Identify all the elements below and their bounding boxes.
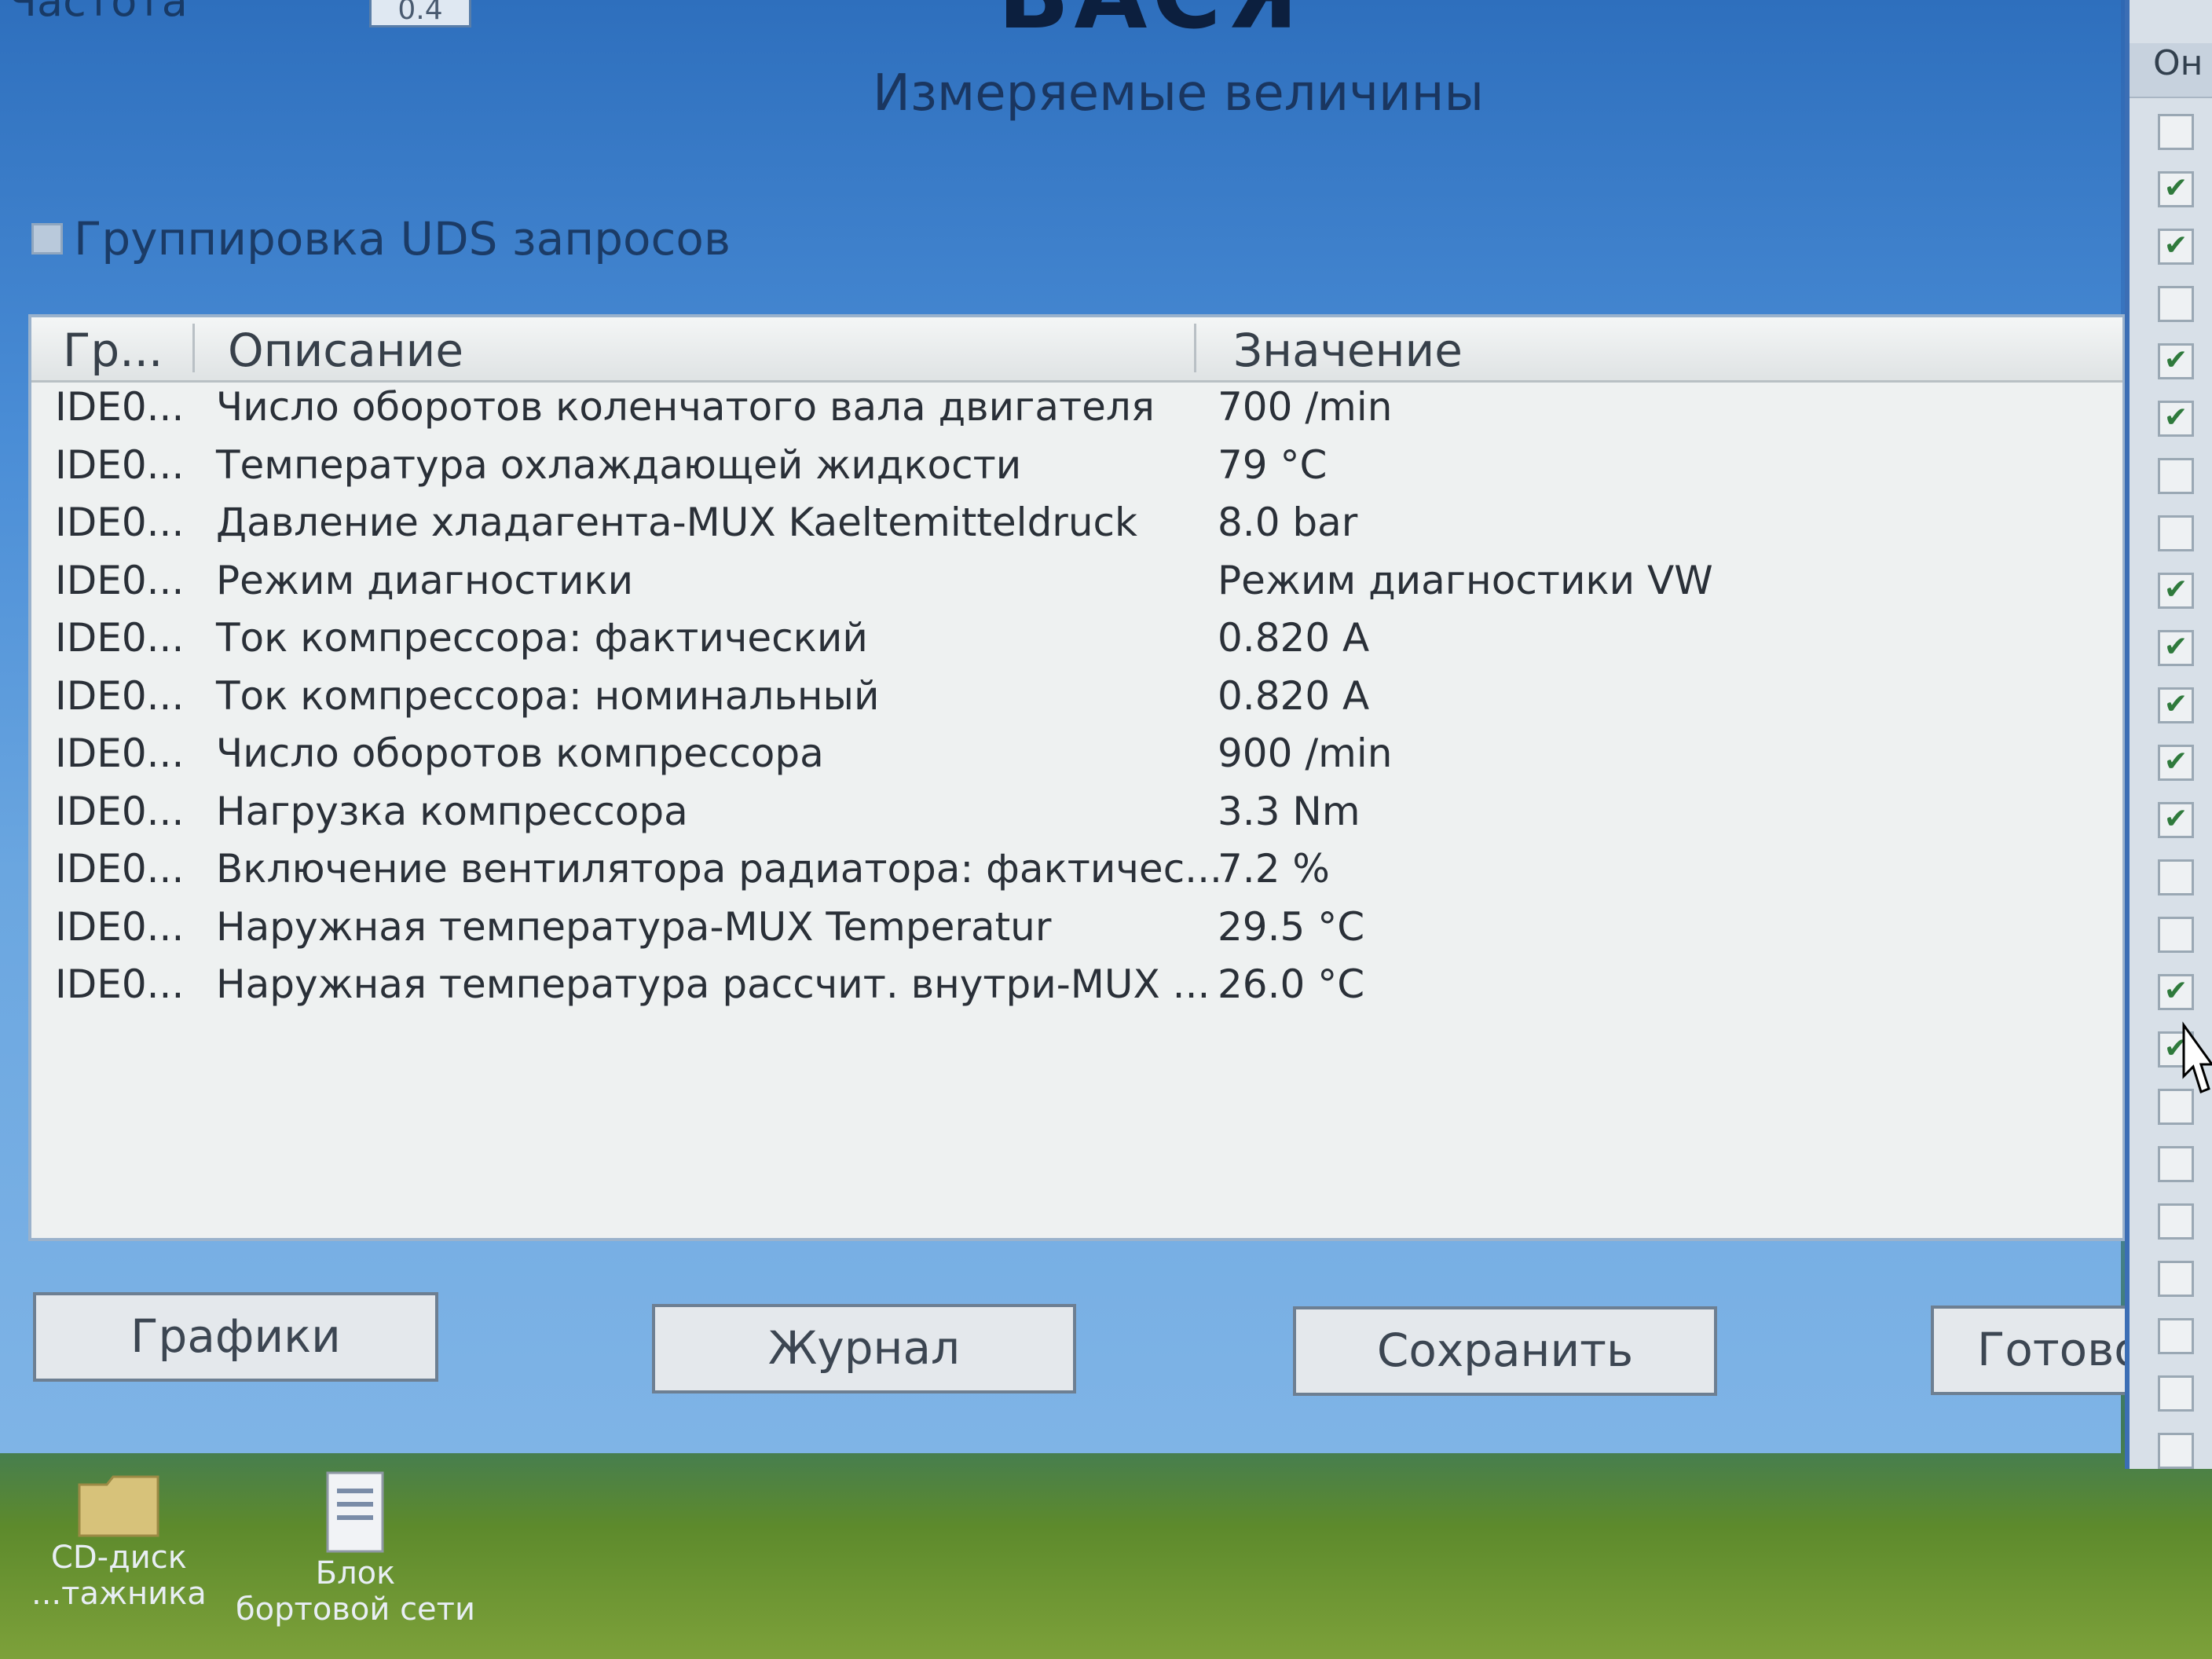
side-checkbox-checked[interactable]: ✔ xyxy=(2158,745,2194,781)
cell-group: IDE0... xyxy=(55,731,185,776)
cell-description: Давление хладагента-MUX Kaeltemitteldruc… xyxy=(216,500,1137,545)
column-header-description[interactable]: Описание xyxy=(228,324,463,377)
cell-group: IDE0... xyxy=(55,846,185,892)
side-panel: Он ✔ ✔ ✔ ✔ ✔ ✔ ✔ ✔ ✔ ✔ ✔ xyxy=(2125,0,2212,1469)
cell-value: 3.3 Nm xyxy=(1218,788,1361,834)
cell-group: IDE0... xyxy=(55,500,185,545)
side-checkbox-checked[interactable]: ✔ xyxy=(2158,687,2194,723)
side-checkbox[interactable] xyxy=(2158,859,2194,895)
side-checkbox[interactable] xyxy=(2158,917,2194,953)
cell-description: Наружная температура-MUX Temperatur xyxy=(216,903,1052,950)
graphs-button[interactable]: Графики xyxy=(33,1292,438,1382)
cell-description: Температура охлаждающей жидкости xyxy=(216,441,1022,488)
side-checkbox-checked[interactable]: ✔ xyxy=(2158,974,2194,1010)
cell-value: Режим диагностики VW xyxy=(1218,557,1713,603)
cell-value: 29.5 °C xyxy=(1218,903,1365,950)
cell-group: IDE0... xyxy=(55,672,185,719)
desktop-icon-cd[interactable]: CD-диск ...тажника xyxy=(31,1469,207,1612)
side-checkbox-checked[interactable]: ✔ xyxy=(2158,343,2194,379)
cell-value: 0.820 A xyxy=(1218,615,1370,661)
cell-group: IDE0... xyxy=(55,557,185,603)
document-icon xyxy=(326,1471,384,1553)
top-label: Частота xyxy=(8,0,188,26)
side-checkbox[interactable] xyxy=(2158,1433,2194,1469)
side-checkbox[interactable] xyxy=(2158,286,2194,322)
side-checkbox-checked[interactable]: ✔ xyxy=(2158,573,2194,609)
cell-description: Число оборотов компрессора xyxy=(216,731,824,776)
cell-description: Включение вентилятора радиатора: фактиче… xyxy=(216,846,1222,892)
side-checkbox-checked[interactable]: ✔ xyxy=(2158,802,2194,838)
mouse-cursor-icon xyxy=(2182,1021,2212,1093)
cell-description: Ток компрессора: фактический xyxy=(216,615,868,661)
side-checkbox-checked[interactable]: ✔ xyxy=(2158,630,2194,666)
cell-value: 7.2 % xyxy=(1218,846,1330,892)
journal-button[interactable]: Журнал xyxy=(652,1304,1076,1393)
column-header-group[interactable]: Гр... xyxy=(63,324,163,377)
side-checkbox[interactable] xyxy=(2158,114,2194,150)
cell-value: 26.0 °C xyxy=(1218,961,1365,1007)
cell-description: Режим диагностики xyxy=(216,557,634,603)
cell-group: IDE0... xyxy=(55,615,185,661)
cell-value: 8.0 bar xyxy=(1218,500,1358,545)
cell-group: IDE0... xyxy=(55,903,185,950)
desktop-icon-label: ...тажника xyxy=(31,1576,207,1612)
column-header-value[interactable]: Значение xyxy=(1233,324,1463,377)
column-separator[interactable] xyxy=(192,324,195,372)
cell-description: Число оборотов коленчатого вала двигател… xyxy=(216,384,1155,430)
side-checkbox[interactable] xyxy=(2158,1318,2194,1354)
page-title: Измеряемые величины xyxy=(873,64,1484,123)
side-checkbox-checked[interactable]: ✔ xyxy=(2158,229,2194,265)
save-button[interactable]: Сохранить xyxy=(1293,1306,1717,1396)
app-title: ВАСЯ xyxy=(998,0,1303,50)
side-checkbox[interactable] xyxy=(2158,1146,2194,1182)
side-checkbox-checked[interactable]: ✔ xyxy=(2158,401,2194,437)
side-checkbox[interactable] xyxy=(2158,1375,2194,1412)
cell-description: Нагрузка компрессора xyxy=(216,788,688,834)
folder-icon xyxy=(78,1475,159,1537)
side-checkbox[interactable] xyxy=(2158,458,2194,494)
uds-grouping-checkbox[interactable]: Группировка UDS запросов xyxy=(31,212,731,266)
cell-value: 900 /min xyxy=(1218,731,1393,776)
side-checkbox-checked[interactable]: ✔ xyxy=(2158,171,2194,207)
cell-group: IDE0... xyxy=(55,788,185,834)
measurements-table: Гр... Описание Значение IDE0... Число обо… xyxy=(28,314,2126,1241)
desktop-icon-label: CD-диск xyxy=(50,1540,187,1576)
side-checkbox[interactable] xyxy=(2158,1203,2194,1240)
measured-values-window: Частота 0.4 ВАСЯ Измеряемые величины Гру… xyxy=(0,0,2166,1453)
side-checkbox[interactable] xyxy=(2158,1261,2194,1297)
desktop-icon-label: Блок xyxy=(315,1555,396,1591)
cell-group: IDE0... xyxy=(55,384,185,430)
side-panel-header: Он xyxy=(2130,43,2212,98)
uds-grouping-label: Группировка UDS запросов xyxy=(74,212,731,266)
desktop-icon-label: бортовой сети xyxy=(236,1591,475,1628)
cell-value: 700 /min xyxy=(1218,384,1393,430)
top-value-field[interactable]: 0.4 xyxy=(369,0,471,27)
cell-group: IDE0... xyxy=(55,441,185,488)
column-separator[interactable] xyxy=(1194,324,1196,372)
checkbox-box[interactable] xyxy=(31,223,63,255)
cell-value: 0.820 A xyxy=(1218,672,1370,719)
desktop-icon-onboard-network[interactable]: Блок бортовой сети xyxy=(236,1469,475,1628)
cell-description: Ток компрессора: номинальный xyxy=(216,672,880,719)
cell-group: IDE0... xyxy=(55,961,185,1007)
side-checkbox[interactable] xyxy=(2158,515,2194,551)
table-header: Гр... Описание Значение xyxy=(31,317,2122,383)
cell-value: 79 °C xyxy=(1218,441,1328,488)
cell-description: Наружная температура рассчит. внутри-MUX… xyxy=(216,961,1210,1007)
